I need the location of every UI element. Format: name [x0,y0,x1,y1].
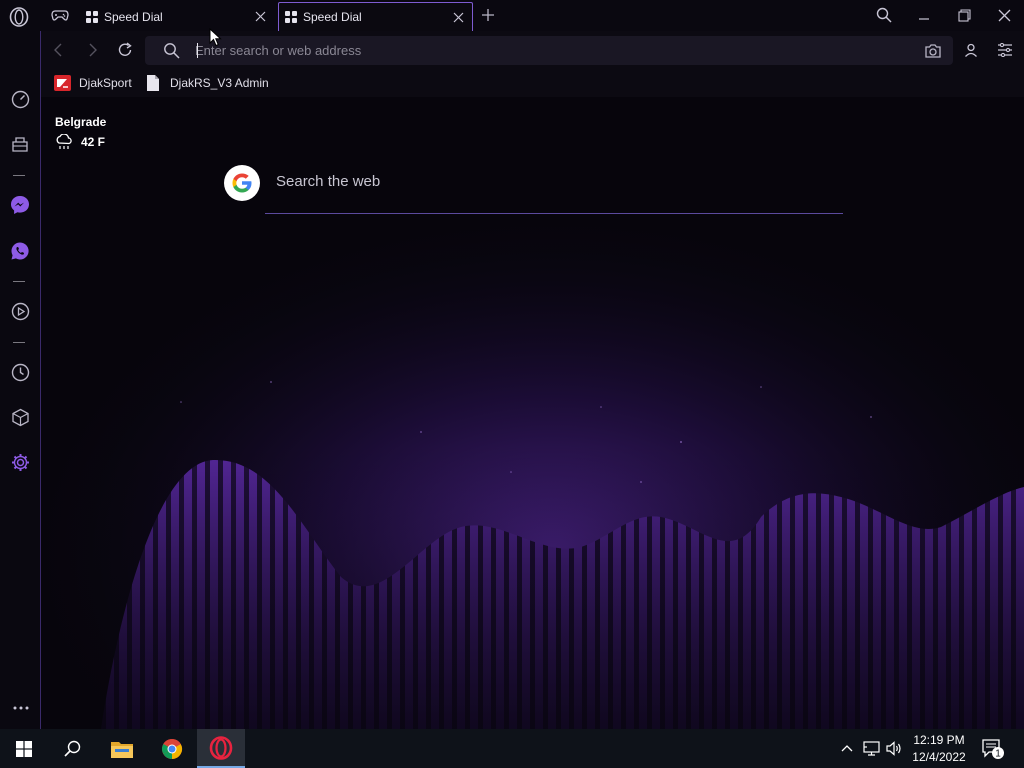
extensions-icon[interactable] [9,406,31,428]
notification-center-icon[interactable]: 1 [982,738,1006,760]
text-caret [197,43,198,58]
google-icon[interactable] [224,165,260,201]
history-icon[interactable] [9,361,31,383]
sidebar-divider [13,175,25,176]
sidebar-divider [13,342,25,343]
web-search-input[interactable]: Search the web [276,173,836,195]
restore-icon[interactable] [950,4,978,26]
tab-title: Speed Dial [303,10,362,24]
bookmark-label: DjakSport [79,76,132,90]
speed-dial-icon[interactable] [9,88,31,110]
sidebar [0,31,40,729]
clock-time: 12:19 PM [913,733,965,747]
opera-gx-taskbar-icon[interactable] [197,729,245,768]
player-icon[interactable] [9,300,31,322]
address-bar[interactable] [145,36,953,65]
easy-setup-icon[interactable] [995,40,1015,60]
weather-widget[interactable]: Belgrade 42 F [55,115,106,150]
file-explorer-icon[interactable] [98,729,146,768]
notification-count: 1 [995,749,1001,760]
web-search-underline [265,213,843,214]
search-icon[interactable] [48,729,96,768]
tab-speed-dial-2[interactable]: Speed Dial [278,2,473,31]
taskbar-clock[interactable]: 12:19 PM 12/4/2022 [908,732,970,766]
tab-search-icon[interactable] [870,4,898,26]
gamepad-icon[interactable] [51,8,69,23]
weather-city: Belgrade [55,115,107,129]
sidebar-divider [13,281,25,282]
address-input[interactable] [195,36,895,65]
mouse-cursor-icon [209,28,222,47]
weather-temperature: 42 F [81,135,106,149]
tab-title: Speed Dial [104,9,163,24]
start-icon[interactable] [0,729,48,768]
windows-taskbar: 12:19 PM 12/4/2022 1 [0,729,1024,768]
tab-strip: Speed Dial Speed Dial [0,0,1024,31]
bookmark-djakrs-admin[interactable]: DjakRS_V3 Admin [145,74,269,92]
volume-icon[interactable] [885,739,903,757]
tab-speed-dial-1[interactable]: Speed Dial [80,2,274,31]
reload-icon[interactable] [115,40,135,60]
bookmark-djaksport[interactable]: DjakSport [54,74,132,92]
document-icon [147,75,159,91]
minimize-icon[interactable] [910,4,938,26]
toolbar [41,31,1024,69]
close-window-icon[interactable] [990,4,1018,26]
bag-icon[interactable] [9,133,31,155]
back-icon[interactable] [49,40,69,60]
sidebar-more-icon[interactable] [11,698,31,718]
show-hidden-icons-icon[interactable] [838,739,856,757]
clock-date: 12/4/2022 [912,750,966,764]
tab-close-icon[interactable] [447,6,469,28]
speed-dial-grid-icon [86,10,98,23]
opera-menu-icon[interactable] [9,7,29,27]
messenger-icon[interactable] [9,194,31,216]
speed-dial-page: Belgrade 42 F Search the web [41,97,1024,729]
new-tab-icon[interactable] [479,6,497,24]
snapshot-camera-icon[interactable] [924,42,942,59]
web-search-box[interactable]: Search the web [224,165,844,215]
forward-icon[interactable] [82,40,102,60]
search-icon [164,43,180,59]
account-icon[interactable] [961,40,981,60]
network-icon[interactable] [862,739,880,757]
djaksport-favicon-icon [54,75,71,91]
bookmark-label: DjakRS_V3 Admin [170,76,269,90]
bookmarks-bar: DjakSport DjakRS_V3 Admin [41,69,1024,97]
rain-cloud-icon [56,134,72,149]
chrome-icon[interactable] [148,729,196,768]
tab-close-icon[interactable] [249,6,271,28]
settings-icon[interactable] [9,451,31,473]
speed-dial-grid-icon [285,11,297,23]
whatsapp-icon[interactable] [9,240,31,262]
